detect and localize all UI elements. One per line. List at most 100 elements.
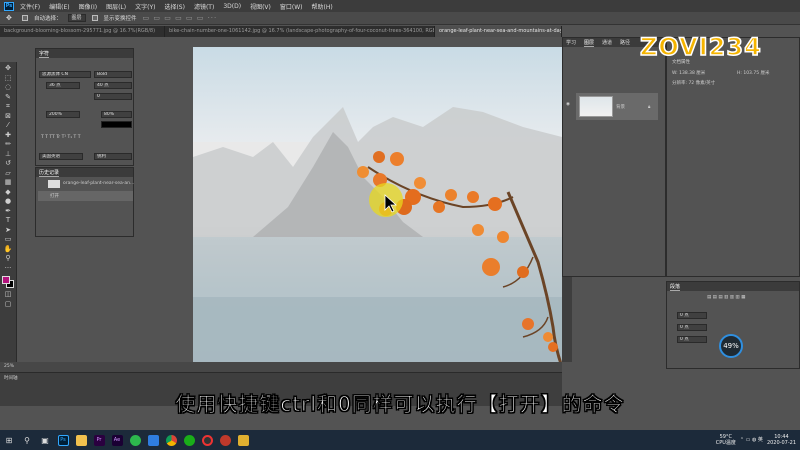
color-swatches[interactable] — [1, 275, 15, 289]
menu-layer[interactable]: 图层(L) — [106, 2, 126, 11]
photoshop-taskbar-icon[interactable]: Ps — [54, 430, 72, 450]
tray-icons[interactable]: ⌃ ▭ ◍ 英 — [740, 437, 763, 443]
quick-select-tool-icon[interactable]: ✎ — [2, 93, 15, 102]
auto-select-checkbox[interactable] — [22, 15, 28, 21]
stamp-tool-icon[interactable]: ⊥ — [2, 150, 15, 159]
dodge-tool-icon[interactable]: ● — [2, 197, 15, 206]
gradient-tool-icon[interactable]: ▦ — [2, 178, 15, 187]
properties-panel: 文档属性 W: 138.38 厘米 H: 103.75 厘米 分辨率: 72 像… — [666, 37, 800, 277]
path-select-tool-icon[interactable]: ➤ — [2, 226, 15, 235]
hand-tool-icon[interactable]: ✋ — [2, 245, 15, 254]
eyedropper-tool-icon[interactable]: ⁄ — [2, 121, 15, 130]
vertical-scale-field[interactable]: 200% — [46, 111, 80, 118]
align-buttons-icon[interactable]: ▤ ▤ ▤ ▥ ▥ ▥ ▦ — [707, 295, 745, 300]
tab-layers[interactable]: 图层 — [584, 39, 595, 47]
menu-file[interactable]: 文件(F) — [20, 2, 40, 11]
align-buttons-icon[interactable]: ▭ ▭ ▭ ▭ ▭ ▭ ··· — [143, 14, 218, 22]
quick-mask-icon[interactable]: ◫ — [2, 290, 15, 299]
image-canvas[interactable] — [193, 47, 562, 392]
paragraph-panel-header: 段落 — [667, 282, 799, 291]
visibility-eye-icon[interactable]: ◉ — [566, 102, 570, 107]
leading-field[interactable]: 40 点 — [94, 82, 132, 89]
move-tool-icon[interactable]: ✥ — [6, 14, 16, 22]
show-transform-checkbox[interactable] — [91, 15, 98, 21]
green-app-icon[interactable] — [126, 430, 144, 450]
snapshot-thumbnail — [48, 180, 60, 188]
cpu-temp-label: CPU温度 — [715, 440, 736, 446]
after-effects-icon[interactable]: Ae — [108, 430, 126, 450]
wechat-icon[interactable] — [180, 430, 198, 450]
tab-learn[interactable]: 学习 — [566, 39, 576, 46]
blue-app-icon[interactable] — [144, 430, 162, 450]
history-snapshot-row[interactable]: orange-leaf-plant-near-sea-an... — [38, 179, 134, 189]
folder-icon[interactable] — [72, 430, 90, 450]
brush-tool-icon[interactable]: ✏ — [2, 140, 15, 149]
crop-tool-icon[interactable]: ⌗ — [2, 102, 15, 111]
timeline-title[interactable]: 时间轴 — [4, 375, 18, 381]
clock-date: 2020-07-21 — [766, 440, 796, 446]
search-icon[interactable]: ⚲ — [18, 430, 36, 450]
blur-tool-icon[interactable]: ◆ — [2, 188, 15, 197]
frame-tool-icon[interactable]: ⊠ — [2, 112, 15, 121]
task-view-icon[interactable]: ▣ — [36, 430, 54, 450]
tab-doc-3[interactable]: orange-leaf-plant-near-sea-and-mountains… — [435, 26, 562, 37]
antialias-select[interactable]: 锐利 — [94, 153, 132, 160]
menu-image[interactable]: 图像(I) — [79, 2, 97, 11]
more-tools-icon[interactable]: ··· — [2, 264, 15, 273]
history-panel-title[interactable]: 历史记录 — [39, 169, 60, 177]
horizontal-scale-field[interactable]: 80% — [101, 111, 132, 118]
indent-left-field[interactable]: 0 点 — [677, 312, 707, 319]
pen-tool-icon[interactable]: ✒ — [2, 207, 15, 216]
paragraph-panel-title[interactable]: 段落 — [670, 283, 681, 291]
windows-start-icon[interactable]: ⊞ — [0, 430, 18, 450]
clock[interactable]: 10:44 2020-07-21 — [767, 434, 796, 446]
move-tool-icon[interactable]: ✥ — [2, 64, 15, 73]
zoom-level[interactable]: 25% — [4, 364, 14, 369]
app-icon-yellow[interactable] — [234, 430, 252, 450]
app-icon-red[interactable] — [216, 430, 234, 450]
premiere-icon[interactable]: Pr — [90, 430, 108, 450]
screen-mode-icon[interactable]: ▢ — [2, 300, 15, 309]
healing-tool-icon[interactable]: ✚ — [2, 131, 15, 140]
lasso-tool-icon[interactable]: ◌ — [2, 83, 15, 92]
tab-doc-2[interactable]: bike-chain-number-one-1061142.jpg @ 16.7… — [165, 26, 435, 37]
menu-view[interactable]: 视图(V) — [250, 2, 271, 11]
text-color-swatch[interactable] — [101, 121, 132, 128]
system-tray: 59°C CPU温度 ⌃ ▭ ◍ 英 10:44 2020-07-21 — [716, 430, 800, 450]
tab-doc-1[interactable]: background-blooming-blossom-295771.jpg @… — [0, 26, 165, 37]
history-brush-icon[interactable]: ↺ — [2, 159, 15, 168]
font-size-field[interactable]: 36 点 — [46, 82, 80, 89]
font-style-select[interactable]: Bold — [94, 71, 132, 78]
type-tool-icon[interactable]: T — [2, 216, 15, 225]
menu-3d[interactable]: 3D(D) — [223, 3, 241, 10]
character-panel: 字符 思源黑体 CN Bold 36 点 40 点 0 200% 80% T T… — [35, 48, 134, 166]
menu-help[interactable]: 帮助(H) — [312, 2, 333, 11]
document-tabs: background-blooming-blossom-295771.jpg @… — [0, 26, 562, 37]
tab-channels[interactable]: 通道 — [602, 39, 612, 46]
tracking-field[interactable]: 0 — [94, 93, 132, 100]
language-select[interactable]: 美国英语 — [39, 153, 83, 160]
tab-paths[interactable]: 路径 — [620, 39, 630, 46]
shape-tool-icon[interactable]: ▭ — [2, 235, 15, 244]
video-subtitle: 使用快捷键ctrl和0同样可以执行【打开】的命令 — [175, 392, 625, 417]
auto-select-target-dropdown[interactable]: 图层 — [67, 14, 86, 22]
layer-row-background[interactable]: 背景 🔒︎ — [576, 93, 658, 120]
chrome-icon[interactable] — [162, 430, 180, 450]
font-family-select[interactable]: 思源黑体 CN — [39, 71, 91, 78]
foreground-color-swatch[interactable] — [2, 276, 10, 284]
menu-edit[interactable]: 编辑(E) — [49, 2, 69, 11]
zoom-tool-icon[interactable]: ⚲ — [2, 254, 15, 263]
menu-filter[interactable]: 滤镜(T) — [194, 2, 214, 11]
history-step-row[interactable]: 打开 — [38, 191, 133, 201]
marquee-tool-icon[interactable]: ⬚ — [2, 74, 15, 83]
space-before-field[interactable]: 0 点 — [677, 336, 707, 343]
indent-first-field[interactable]: 0 点 — [677, 324, 707, 331]
status-bar: 25% — [0, 362, 562, 372]
text-style-buttons[interactable]: T T TT Tr T¹ T₁ T T — [41, 135, 80, 140]
menu-window[interactable]: 窗口(W) — [280, 2, 303, 11]
recorder-icon[interactable] — [198, 430, 216, 450]
menu-select[interactable]: 选择(S) — [164, 2, 185, 11]
character-panel-title[interactable]: 字符 — [39, 50, 50, 58]
eraser-tool-icon[interactable]: ▱ — [2, 169, 15, 178]
menu-type[interactable]: 文字(Y) — [135, 2, 155, 11]
